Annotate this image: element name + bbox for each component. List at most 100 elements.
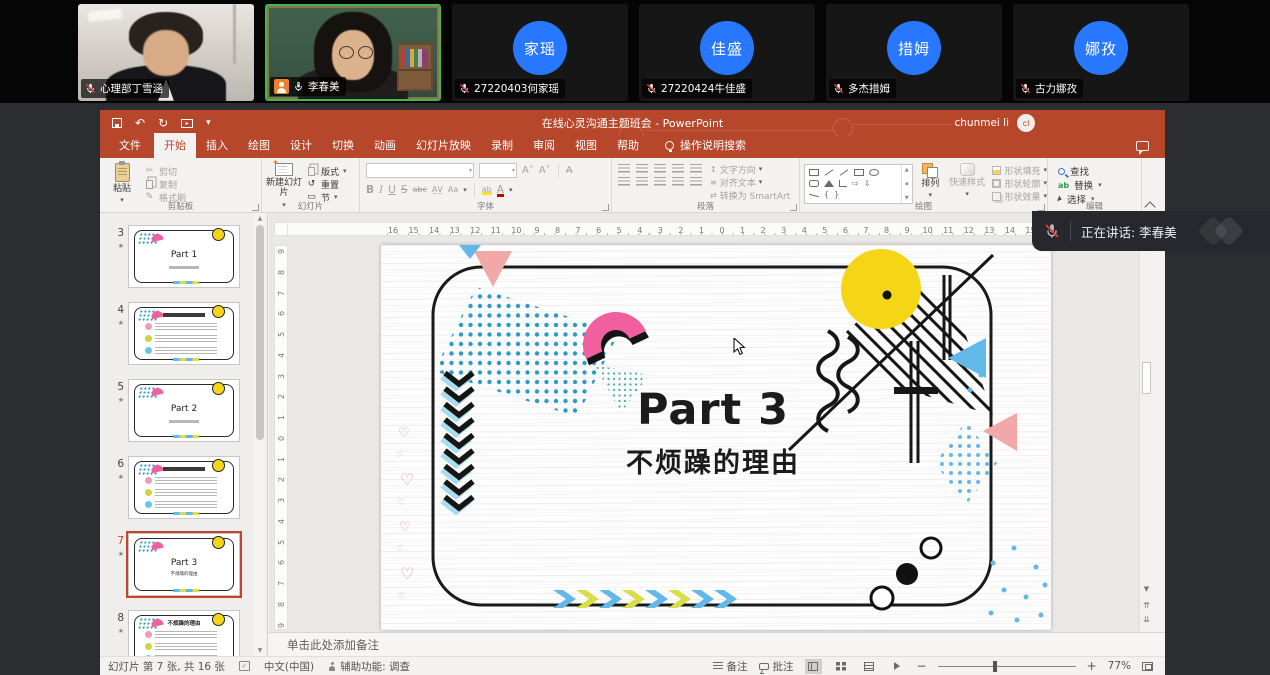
rectangle-shape-icon[interactable]	[854, 169, 864, 176]
previous-slide-icon[interactable]: ⇈	[1140, 601, 1152, 610]
scroll-up-icon[interactable]: ▲	[256, 215, 264, 222]
ribbon-tab[interactable]: 绘图	[238, 133, 280, 158]
quick-styles-arrow[interactable]: ▾	[965, 190, 969, 198]
fit-to-window-icon[interactable]	[1142, 662, 1153, 671]
right-brace-shape-icon[interactable]: }	[834, 191, 839, 199]
left-brace-shape-icon[interactable]: {	[824, 191, 829, 199]
scroll-down-icon[interactable]: ▼	[1140, 585, 1152, 593]
highlight-color-icon[interactable]: ab	[482, 185, 492, 194]
shape-fill-arrow[interactable]: ▾	[1043, 166, 1047, 174]
align-left-icon[interactable]	[618, 177, 630, 186]
spell-check-icon[interactable]: ✓	[239, 661, 250, 671]
increase-font-size-icon[interactable]: A˄	[522, 165, 534, 176]
account-area[interactable]: chunmei li cl	[954, 110, 1035, 136]
align-text-button[interactable]: ≡对齐文本▾	[710, 176, 790, 188]
text-direction-button[interactable]: ↕文字方向▾	[710, 163, 790, 175]
font-name-select[interactable]: ▾	[366, 163, 474, 178]
elbow-connector-shape-icon[interactable]	[839, 180, 847, 187]
shape-gallery-scrollbar[interactable]: ▲▪▼	[901, 165, 912, 203]
layout-button[interactable]: 版式▾	[306, 165, 347, 177]
slide-title[interactable]: Part 3	[381, 385, 1045, 435]
slideshow-view-button[interactable]	[889, 659, 906, 674]
shape-fill-button[interactable]: 形状填充▾	[992, 164, 1047, 176]
slide-thumbnail[interactable]	[128, 302, 240, 365]
ribbon-tab[interactable]: 帮助	[607, 133, 649, 158]
text-box-shape-icon[interactable]	[809, 169, 819, 176]
ribbon-tab[interactable]: 审阅	[523, 133, 565, 158]
font-color-arrow[interactable]: ▾	[509, 186, 513, 194]
zoom-slider-thumb[interactable]	[993, 661, 997, 672]
scroll-down-icon[interactable]: ▼	[256, 647, 264, 654]
replace-arrow[interactable]: ▾	[1098, 181, 1102, 189]
shape-outline-button[interactable]: 形状轮廓▾	[992, 177, 1047, 189]
redo-icon[interactable]: ↻	[158, 117, 168, 129]
tell-me-search[interactable]: 操作说明搜索	[665, 137, 746, 158]
comments-icon[interactable]	[1136, 141, 1149, 151]
reading-view-button[interactable]	[861, 659, 878, 674]
copy-button[interactable]: 复制	[144, 178, 186, 190]
arrange-arrow[interactable]: ▾	[929, 191, 933, 199]
ribbon-tab[interactable]: 动画	[364, 133, 406, 158]
underline-icon[interactable]: U	[388, 184, 396, 196]
ribbon-tab[interactable]: 插入	[196, 133, 238, 158]
accessibility-status[interactable]: 辅助功能: 调查	[328, 659, 410, 674]
ribbon-tab[interactable]: 视图	[565, 133, 607, 158]
italic-icon[interactable]: I	[379, 184, 383, 196]
scrollbar-thumb[interactable]	[1142, 362, 1151, 394]
zoom-out-button[interactable]: −	[917, 659, 927, 673]
triangle-shape-icon[interactable]	[824, 180, 834, 187]
comments-toggle-button[interactable]: 批注	[759, 659, 794, 674]
ribbon-tab[interactable]: 设计	[280, 133, 322, 158]
shape-gallery[interactable]: ⇨ ⇩ { } ▲▪▼	[804, 164, 913, 204]
start-slideshow-icon[interactable]: ▸	[181, 119, 193, 128]
find-button[interactable]: 查找	[1058, 165, 1141, 177]
increase-indent-icon[interactable]	[672, 164, 684, 173]
participant-tile[interactable]: 心理部丁雪涵	[78, 4, 254, 101]
slide-sorter-view-button[interactable]	[833, 659, 850, 674]
cut-button[interactable]: ✂剪切	[144, 165, 186, 177]
oval-shape-icon[interactable]	[869, 169, 879, 176]
slide-thumbnail[interactable]: Part 2	[128, 379, 240, 442]
rounded-rectangle-shape-icon[interactable]	[809, 180, 819, 187]
slide-subtitle[interactable]: 不烦躁的理由	[381, 441, 1045, 480]
down-arrow-shape-icon[interactable]: ⇩	[864, 180, 871, 188]
next-slide-icon[interactable]: ⇊	[1140, 615, 1152, 624]
participant-tile[interactable]: 李春美	[265, 4, 441, 101]
decrease-font-size-icon[interactable]: A˅	[539, 165, 551, 176]
bold-icon[interactable]: B	[366, 184, 374, 196]
shape-outline-arrow[interactable]: ▾	[1043, 179, 1047, 187]
decrease-indent-icon[interactable]	[654, 164, 666, 173]
curve-shape-icon[interactable]	[809, 194, 819, 198]
ribbon-tab[interactable]: 幻灯片放映	[406, 133, 481, 158]
align-right-icon[interactable]	[654, 177, 666, 186]
zoom-slider[interactable]	[938, 666, 1076, 667]
normal-view-button[interactable]	[805, 659, 822, 674]
slide-canvas[interactable]: ♡ ♡ ♡ ♡ ♡ ♡ ♡ ♡	[381, 245, 1051, 630]
clear-formatting-icon[interactable]: A̶	[566, 165, 573, 176]
customize-qat-icon[interactable]: ▾	[206, 118, 211, 128]
arrow-shape-icon[interactable]	[840, 169, 849, 176]
language-status[interactable]: 中文(中国)	[264, 659, 314, 674]
bullets-icon[interactable]	[618, 164, 630, 173]
scrollbar-thumb[interactable]	[256, 225, 264, 440]
layout-arrow[interactable]: ▾	[343, 167, 347, 175]
slide-thumbnail[interactable]: Part 1	[128, 225, 240, 288]
vertical-scrollbar[interactable]: ▲ ▼ ⇈ ⇊	[1139, 213, 1152, 632]
strikethrough-icon[interactable]: S	[401, 184, 408, 196]
notes-pane[interactable]: 单击此处添加备注	[269, 632, 1165, 656]
shape-effects-arrow[interactable]: ▾	[1043, 192, 1047, 200]
ribbon-tab[interactable]: 录制	[481, 133, 523, 158]
numbering-icon[interactable]	[636, 164, 648, 173]
zoom-level[interactable]: 77%	[1108, 660, 1131, 672]
thumbnail-scrollbar[interactable]: ▲ ▼	[254, 213, 266, 656]
line-spacing-icon[interactable]	[690, 164, 702, 173]
participant-tile[interactable]: 家瑶 27220403何家瑶	[452, 4, 628, 101]
text-direction-arrow[interactable]: ▾	[759, 165, 763, 173]
save-icon[interactable]	[112, 118, 122, 128]
justify-icon[interactable]	[672, 177, 684, 186]
slide-thumbnail[interactable]: Part 3不烦躁的理由	[128, 533, 240, 596]
ribbon-tab[interactable]: 切换	[322, 133, 364, 158]
undo-icon[interactable]: ↶	[135, 117, 145, 129]
notes-toggle-button[interactable]: 备注	[713, 659, 748, 674]
font-color-icon[interactable]: A	[497, 184, 504, 196]
